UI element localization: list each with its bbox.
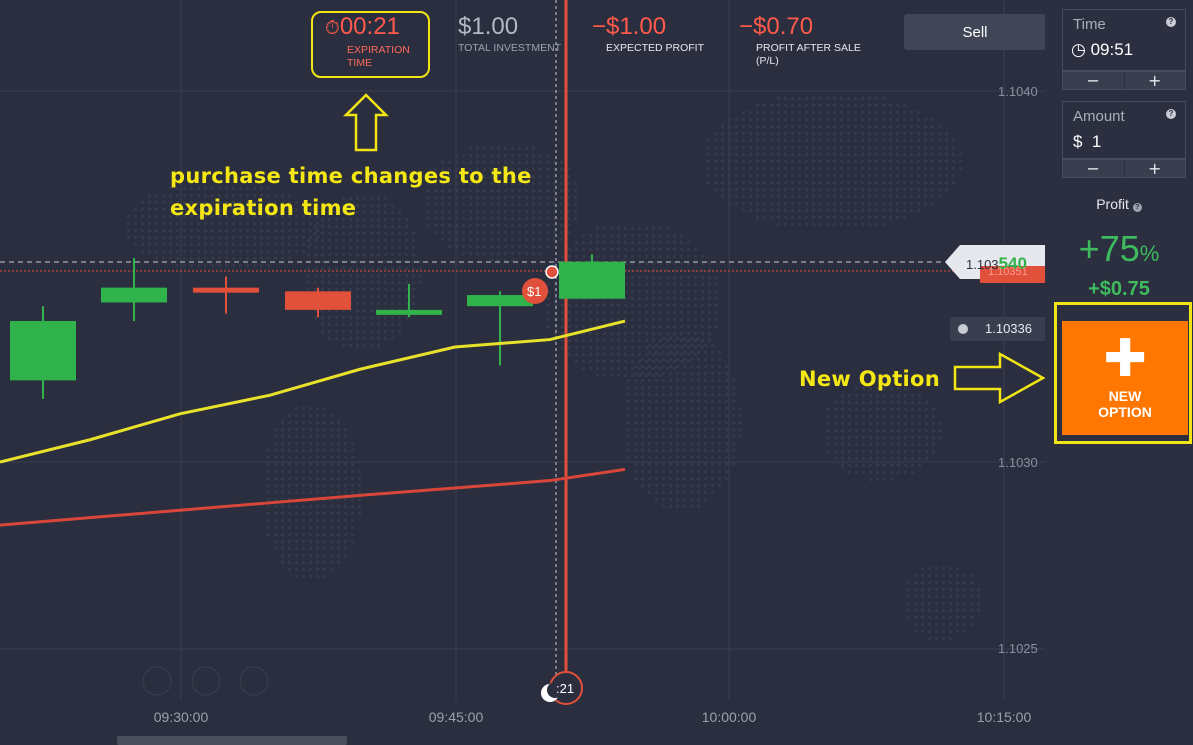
x-tick-label: 09:45:00 (428, 709, 484, 725)
time-value: ◷ 09:51 (1071, 40, 1134, 59)
help-icon[interactable]: ? (1132, 203, 1142, 212)
profit-after-sale-label: PROFIT AFTER SALE (P/L) (756, 42, 861, 67)
new-option-annotation: New Option (799, 367, 941, 391)
candle-body (193, 287, 259, 293)
time-label: Time (1073, 16, 1106, 33)
amount-decrease-button[interactable]: − (1063, 160, 1125, 177)
candle-body (10, 321, 76, 381)
candle-body (559, 261, 625, 299)
amount-label: Amount (1073, 108, 1125, 125)
x-tick-label: 09:30:00 (153, 709, 209, 725)
time-stepper: − + (1062, 71, 1186, 90)
candle-body (285, 291, 351, 310)
plus-icon: ✚ (1103, 329, 1147, 389)
amount-increase-button[interactable]: + (1124, 160, 1185, 177)
time-field[interactable]: Time ? ◷ 09:51 (1062, 9, 1186, 71)
total-investment-stat: $1.00 TOTAL INVESTMENT (458, 14, 561, 55)
y-tick-label: 1.1040 (998, 84, 1038, 99)
new-option-button[interactable]: ✚ NEW OPTION (1062, 321, 1188, 435)
amount-value[interactable]: $ 1 (1073, 132, 1101, 152)
profit-after-sale-value: −$0.70 (739, 13, 814, 40)
help-icon[interactable]: ? (1166, 17, 1176, 27)
candle-body (101, 287, 167, 303)
red-line-price-tag: 1.10351 (988, 266, 1028, 278)
trading-chart[interactable]: ⏱00:21 EXPIRATION TIME $1.00 TOTAL INVES… (0, 0, 1045, 745)
profit-label-text: Profit (1096, 196, 1129, 212)
profit-percent: +75% (1045, 228, 1193, 270)
center-button (191, 666, 221, 696)
x-tick-label: 10:00:00 (701, 709, 757, 725)
expected-profit-value: −$1.00 (592, 13, 667, 40)
time-decrease-button[interactable]: − (1063, 72, 1125, 89)
profit-after-sale-stat: −$0.70 PROFIT AFTER SALE (P/L) (739, 14, 876, 68)
total-investment-value: $1.00 (458, 13, 519, 40)
help-icon[interactable]: ? (1166, 109, 1176, 119)
profit-label: Profit ? (1045, 196, 1193, 212)
percent-sign: % (1139, 241, 1160, 266)
y-tick-label: 1.1025 (998, 641, 1038, 656)
x-tick-label: 10:15:00 (976, 709, 1032, 725)
candle-body (376, 309, 442, 315)
bell-icon (958, 324, 968, 334)
purchase-time-annotation: purchase time changes to the expiration … (170, 164, 532, 220)
up-arrow-annotation (342, 93, 390, 152)
time-increase-button[interactable]: + (1124, 72, 1185, 89)
expiration-highlight-box (311, 11, 430, 78)
amount-field[interactable]: Amount ? $ 1 (1062, 101, 1186, 159)
expected-profit-stat: −$1.00 EXPECTED PROFIT (592, 14, 704, 55)
deal-marker-icon (545, 265, 559, 279)
ma-fast-line (0, 319, 626, 464)
trade-panel: Time ? ◷ 09:51 − + Amount ? $ 1 − + Prof… (1045, 0, 1193, 745)
profit-amount: +$0.75 (1088, 278, 1150, 300)
alert-price-tag: 1.10336 (985, 321, 1032, 336)
chart-scrollbar[interactable] (117, 736, 347, 745)
zoom-out-button (142, 666, 172, 696)
sell-button[interactable]: Sell (904, 14, 1045, 50)
total-investment-label: TOTAL INVESTMENT (458, 42, 562, 54)
candle-body (467, 295, 533, 307)
clock-icon: ◷ (1071, 40, 1086, 59)
ma-slow-line (0, 467, 626, 527)
y-tick-label: 1.1030 (998, 455, 1038, 470)
timer-badge: :21 (556, 681, 575, 696)
expected-profit-label: EXPECTED PROFIT (606, 42, 705, 54)
right-arrow-annotation (953, 351, 1045, 405)
new-option-label: NEW OPTION (1098, 388, 1152, 420)
deal-amount-badge[interactable]: $1 (527, 284, 541, 299)
profit-percent-value: +75 (1078, 228, 1140, 269)
zoom-in-button (239, 666, 269, 696)
amount-stepper: − + (1062, 159, 1186, 178)
